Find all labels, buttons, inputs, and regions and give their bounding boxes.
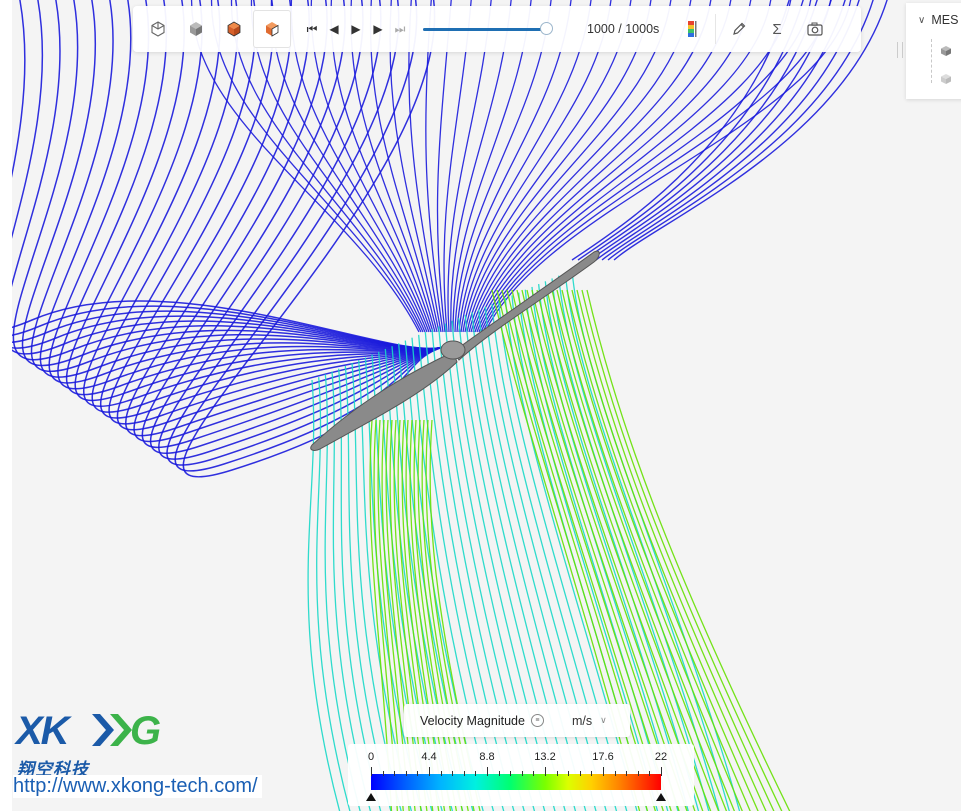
legend-tick-label: 4.4 — [421, 751, 437, 763]
streamline-low — [100, 0, 444, 419]
legend-max-handle[interactable] — [656, 793, 666, 801]
unit-label: m/s — [571, 713, 593, 728]
time-slider-thumb[interactable] — [540, 22, 553, 35]
legend-tick-mark — [440, 771, 442, 776]
legend-tick-mark — [487, 767, 488, 776]
chevron-down-icon[interactable]: ∨ — [918, 15, 925, 26]
svg-text:XK: XK — [14, 710, 73, 750]
legend-tick-label: 13.2 — [534, 751, 556, 763]
play-icon[interactable]: ▶︎ — [345, 10, 367, 48]
svg-text:G: G — [130, 710, 160, 750]
tree-connector — [931, 39, 933, 83]
legend-tick-mark — [556, 771, 558, 776]
legend-tick-mark — [545, 767, 546, 776]
legend-tick-label: 22 — [654, 751, 668, 763]
streamline-low — [141, 0, 444, 448]
legend-tick-label: 17.6 — [592, 751, 614, 763]
sum-icon[interactable]: Σ — [758, 10, 796, 48]
legend-tick-mark — [637, 771, 639, 776]
color-legend-icon[interactable] — [673, 10, 711, 48]
viewer-toolbar: ⏮ ◀︎ ▶︎ ▶︎ ⏭ 1000 / 1000s Σ — [133, 6, 861, 52]
mesh-tree-header[interactable]: ∨ MES — [918, 13, 958, 27]
legend-min-handle[interactable] — [366, 793, 376, 801]
legend-tick-mark — [463, 771, 465, 776]
view-surface-icon[interactable] — [253, 10, 291, 48]
panel-resize-grip[interactable] — [897, 42, 903, 58]
legend-quantity: Velocity Magnitude — [420, 713, 525, 728]
view-wireframe-icon[interactable] — [139, 10, 177, 48]
probe-pen-icon[interactable] — [720, 10, 758, 48]
mesh-item-cube-icon[interactable] — [940, 45, 952, 60]
legend-tick-mark — [521, 771, 523, 776]
legend-tick-mark — [429, 767, 430, 776]
legend-tick-mark — [603, 767, 604, 776]
time-readout: 1000 / 1000s — [587, 22, 660, 36]
propeller-hub — [440, 340, 466, 360]
3d-viewport[interactable] — [12, 0, 961, 811]
legend-header: Velocity Magnitude ≡ m/s ∨ — [404, 704, 630, 737]
step-back-icon[interactable]: ◀︎ — [323, 10, 345, 48]
step-forward-icon[interactable]: ▶︎ — [367, 10, 389, 48]
legend-tick-mark — [649, 771, 651, 776]
info-icon[interactable]: ≡ — [530, 714, 544, 727]
view-solid-icon[interactable] — [177, 10, 215, 48]
camera-screenshot-icon[interactable] — [796, 10, 834, 48]
mesh-item-cube-icon[interactable] — [940, 73, 952, 88]
legend-tick-mark — [405, 771, 407, 776]
legend-tick-label: 8.8 — [479, 751, 495, 763]
mesh-tree-panel: ∨ MES — [906, 3, 961, 99]
streamline-plot[interactable] — [12, 0, 961, 811]
legend-tick-mark — [498, 771, 500, 776]
skip-last-icon[interactable]: ⏭ — [389, 10, 411, 48]
toolbar-divider — [715, 14, 716, 44]
legend-tick-mark — [579, 771, 581, 776]
legend-tick-mark — [475, 771, 477, 776]
legend-tick-mark — [591, 771, 593, 776]
view-mesh-icon[interactable] — [215, 10, 253, 48]
legend-tick-mark — [661, 767, 662, 776]
unit-select[interactable]: m/s ∨ — [572, 714, 607, 728]
legend-tick-mark — [510, 771, 512, 776]
skip-first-icon[interactable]: ⏮ — [301, 10, 323, 48]
legend-tick-mark — [533, 771, 535, 776]
legend-tick-label: 0 — [367, 751, 375, 763]
chevron-down-icon: ∨ — [600, 715, 607, 725]
time-slider-fill — [423, 28, 547, 31]
legend-tick-mark — [417, 771, 419, 776]
legend-tick-mark — [371, 767, 372, 776]
legend-tick-mark — [452, 771, 454, 776]
legend-colorbar — [371, 774, 661, 790]
mesh-tree-title: MES — [931, 13, 959, 27]
xkong-logo: XK G — [14, 709, 190, 755]
legend-tick-mark — [394, 771, 396, 776]
streamline-low — [21, 0, 444, 367]
legend-tick-mark — [382, 771, 384, 776]
legend-tick-mark — [626, 771, 628, 776]
brand-url[interactable]: http://www.xkong-tech.com/ — [13, 775, 262, 798]
legend-tick-mark — [568, 771, 570, 776]
legend-tick-mark — [614, 771, 616, 776]
time-slider[interactable] — [423, 10, 553, 48]
